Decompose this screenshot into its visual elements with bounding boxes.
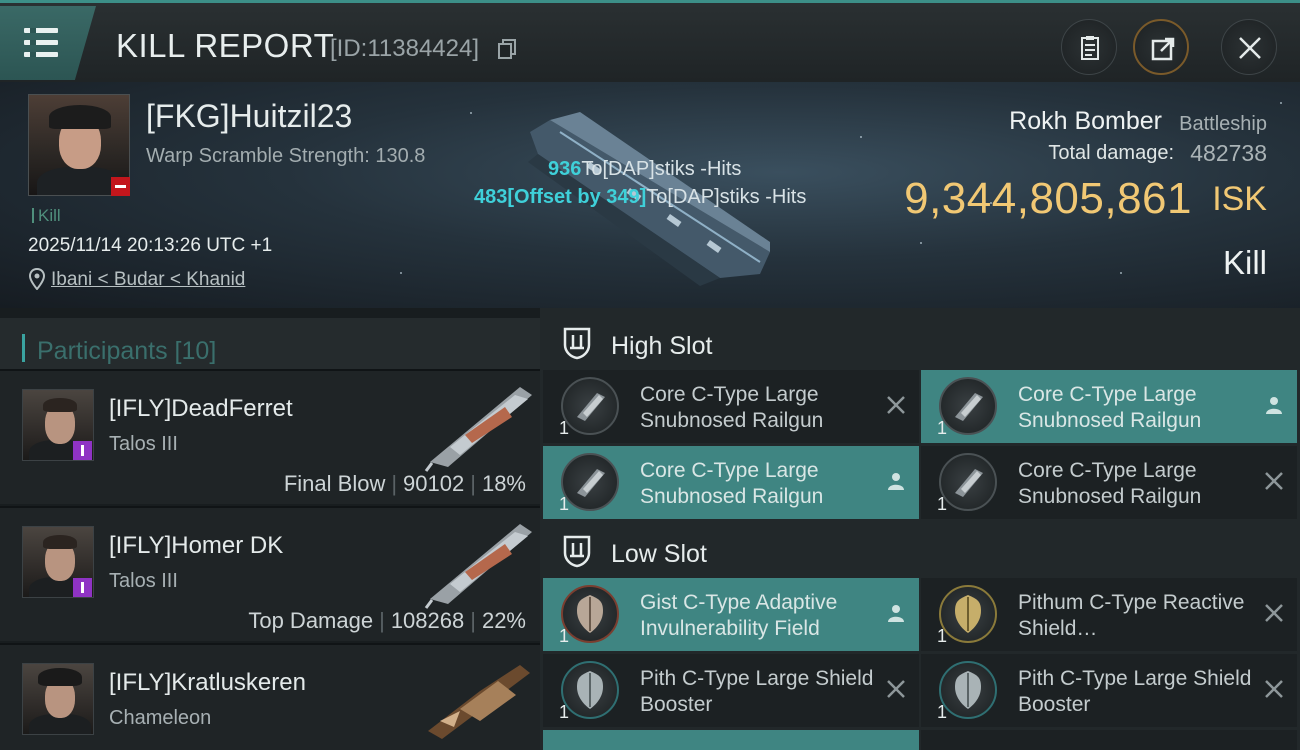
warp-scramble-strength: Warp Scramble Strength: 130.8 (146, 145, 426, 167)
x-icon (1265, 472, 1283, 490)
kill-datetime: 2025/11/14 20:13:26 UTC +1 (28, 235, 273, 256)
kill-tag: Kill (32, 206, 61, 226)
victim-summary: [FKG]Huitzil23 Warp Scramble Strength: 1… (0, 82, 1300, 308)
total-damage-label: Total damage: (1048, 142, 1174, 164)
victim-name[interactable]: [FKG]Huitzil23 (146, 98, 352, 135)
hit-line: 936To[DAP]stiks -Hits (548, 158, 742, 180)
module-item[interactable]: 1 Gist C-Type Adaptive Invulnerability F… (543, 578, 919, 651)
participant-ship: Talos III (109, 433, 178, 455)
person-icon (888, 473, 904, 490)
module-name: Core C-Type Large Snubnosed Railgun (640, 459, 824, 508)
copy-icon[interactable] (498, 39, 516, 59)
shield-module-icon (939, 585, 997, 643)
high-slot-header: High Slot (540, 312, 1300, 374)
participant-row[interactable]: [IFLY]DeadFerret Talos III Final Blow | 90… (0, 369, 540, 504)
module-quantity: 1 (559, 418, 570, 438)
module-name: Gist C-Type Adaptive Invulnerability Fie… (640, 591, 838, 640)
module-item[interactable]: 1 Core C-Type Large Snubnosed Railgun (543, 446, 919, 519)
low-slot-header: Low Slot (540, 520, 1300, 582)
module-item[interactable]: 1 Core C-Type Large Snubnosed Railgun (921, 446, 1297, 519)
railgun-icon (939, 453, 997, 511)
participant-name: [IFLY]DeadFerret (109, 395, 293, 422)
share-icon (1151, 37, 1175, 61)
participant-name: [IFLY]Kratluskeren (109, 669, 306, 696)
participant-ship: Talos III (109, 570, 178, 592)
total-damage-value: 482738 (1190, 140, 1267, 166)
module-item[interactable]: 1 Core C-Type Large Snubnosed Railgun (921, 370, 1297, 443)
railgun-icon (939, 377, 997, 435)
participants-panel: Participants [10] [IFLY]DeadFerret Talos… (0, 308, 540, 750)
kill-location-link[interactable]: Ibani < Budar < Khanid (51, 269, 245, 291)
participant-ship: Chameleon (109, 707, 212, 729)
module-quantity: 1 (559, 494, 570, 514)
x-icon (887, 396, 905, 414)
person-icon (888, 605, 904, 622)
report-id: [ID:11384424] (330, 35, 480, 62)
person-icon (1266, 397, 1282, 414)
hit-line: 483[Offset by 349]To[DAP]stiks -Hits (474, 186, 807, 208)
clipboard-icon (1081, 36, 1099, 60)
clipboard-button[interactable] (1061, 19, 1117, 75)
isk-label: ISK (1212, 180, 1267, 218)
low-slot-title: Low Slot (611, 540, 707, 568)
module-quantity: 1 (937, 418, 948, 438)
module-item[interactable]: 1 Pithum C-Type Reactive Shield… (921, 578, 1297, 651)
module-name: Core C-Type Large Snubnosed Railgun (1018, 383, 1202, 432)
avatar[interactable] (22, 663, 94, 735)
location-pin-icon (29, 268, 45, 290)
module-item[interactable]: 1 Pith C-Type Large Shield Booster (921, 654, 1297, 727)
participant-stats: Top Damage | 108268 | 22% (248, 608, 526, 633)
x-icon (1265, 604, 1283, 622)
module-quantity: 1 (559, 702, 570, 722)
kill-result: Kill (1222, 244, 1267, 281)
participant-ship-image (424, 524, 532, 609)
railgun-icon (561, 453, 619, 511)
corp-badge (73, 441, 92, 460)
high-slot-title: High Slot (611, 332, 713, 360)
x-icon (887, 680, 905, 698)
module-quantity: 1 (937, 626, 948, 646)
participant-name: [IFLY]Homer DK (109, 532, 284, 559)
module-name: Pithum C-Type Reactive Shield… (1018, 591, 1245, 640)
shield-module-icon (561, 585, 619, 643)
module-item-partial[interactable] (543, 730, 919, 750)
railgun-icon (561, 377, 619, 435)
menu-button[interactable] (0, 6, 96, 80)
participant-ship-image (424, 387, 532, 472)
module-item[interactable]: 1 Core C-Type Large Snubnosed Railgun (543, 370, 919, 443)
share-button[interactable] (1133, 19, 1189, 75)
victim-ship-name[interactable]: Rokh Bomber (1009, 107, 1162, 136)
module-item[interactable]: 1 Pith C-Type Large Shield Booster (543, 654, 919, 727)
high-slot-icon (563, 327, 591, 360)
corp-badge (73, 578, 92, 597)
participants-title: Participants [10] (37, 337, 217, 365)
participant-ship-image (428, 665, 530, 739)
page-title: KILL REPORT (116, 27, 335, 64)
fitting-panel: High Slot 1 Core C-Type Large Snubnosed … (540, 308, 1300, 750)
module-quantity: 1 (937, 494, 948, 514)
module-quantity: 1 (559, 626, 570, 646)
module-name: Pith C-Type Large Shield Booster (640, 667, 874, 716)
module-quantity: 1 (937, 702, 948, 722)
victim-ship-class: Battleship (1179, 113, 1267, 135)
shield-booster-icon (561, 661, 619, 719)
module-name: Core C-Type Large Snubnosed Railgun (1018, 459, 1202, 508)
module-name: Core C-Type Large Snubnosed Railgun (640, 383, 824, 432)
module-name: Pith C-Type Large Shield Booster (1018, 667, 1252, 716)
victim-badge (111, 177, 130, 196)
close-icon (1239, 37, 1261, 59)
x-icon (1265, 680, 1283, 698)
isk-value: 9,344,805,861 (904, 174, 1192, 223)
shield-booster-icon (939, 661, 997, 719)
participant-row[interactable]: [IFLY]Homer DK Talos III Top Damage | 1082… (0, 506, 540, 641)
close-button[interactable] (1221, 19, 1277, 75)
participant-row[interactable]: [IFLY]Kratluskeren Chameleon (0, 643, 540, 750)
participant-stats: Final Blow | 90102 | 18% (283, 471, 526, 496)
module-item-partial[interactable] (921, 730, 1297, 750)
participants-header[interactable]: Participants [10] (0, 318, 540, 376)
top-bar: KILL REPORT [ID:11384424] (0, 0, 1300, 82)
low-slot-icon (563, 535, 591, 568)
